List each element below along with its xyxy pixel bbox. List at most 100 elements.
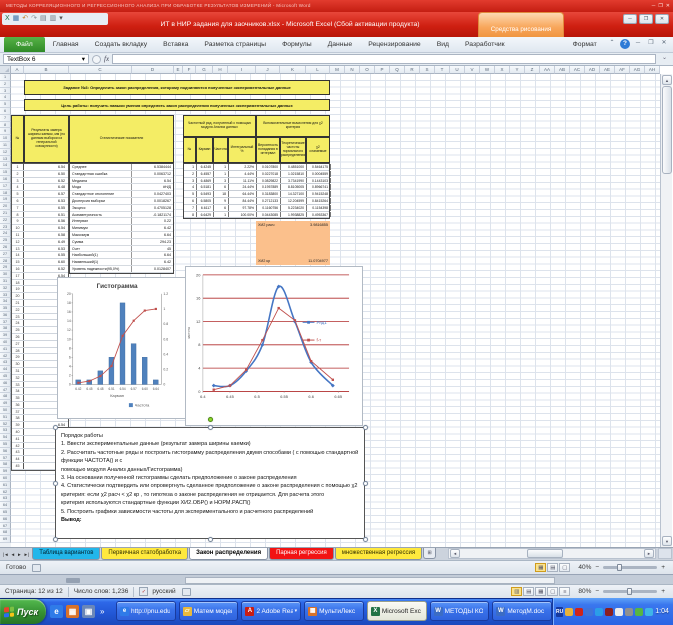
last-sheet-icon[interactable]: ►|	[24, 552, 30, 557]
vertical-scrollbar[interactable]: ▲ ▼	[660, 74, 672, 547]
row-header[interactable]: 22	[0, 217, 11, 224]
table-row[interactable]: 7 6.6117 6 97.78% 0.1160756 5.2234020 0.…	[184, 205, 329, 212]
word-titlebar[interactable]: МЕТОДЫ КОРРЕЛЯЦИОННОГО И РЕГРЕССИОННОГО …	[0, 0, 673, 12]
table-row[interactable]: Медиана6.54	[70, 178, 173, 185]
table-row[interactable]: Эксцесс0.4705128	[70, 205, 173, 212]
table-row[interactable]: Наименьший(1)6.42	[70, 259, 173, 266]
qat-icon[interactable]: ▥	[50, 14, 57, 24]
row-header[interactable]: 26	[0, 244, 11, 251]
frequency-table[interactable]: 1 6.4245 1 2.22% 0.0107800 0.4851000 0.5…	[183, 163, 330, 219]
histogram-chart[interactable]: Гистограмма0246810121416182000.20.40.60.…	[57, 277, 189, 419]
row-header[interactable]: 44	[0, 366, 11, 373]
row-header[interactable]: 58	[0, 461, 11, 468]
table-row[interactable]: 156.60	[12, 259, 68, 266]
row-header[interactable]: 64	[0, 502, 11, 509]
row-header[interactable]: 2	[0, 81, 11, 88]
minimize-icon[interactable]: ─	[623, 14, 637, 24]
table-row[interactable]: Стандартная ошибка0.0063712	[70, 171, 173, 178]
row-header[interactable]: 35	[0, 305, 11, 312]
row-header[interactable]: 68	[0, 529, 11, 536]
table-row[interactable]: Дисперсия выборки0.0018267	[70, 198, 173, 205]
row-header[interactable]: 10	[0, 135, 11, 142]
prev-sheet-icon[interactable]: ◄	[11, 552, 15, 557]
header-chi-chi[interactable]: χ2 слагаемые	[306, 137, 330, 163]
workbook-minimize-icon[interactable]: ─	[633, 39, 643, 49]
chi-result-cells[interactable]: ХИ2 расч3.9816855 ХИ2 кр11.0704977	[256, 221, 330, 265]
table-row[interactable]: 56.57	[12, 191, 68, 198]
tray-icon[interactable]	[565, 608, 573, 616]
zoom-in-icon[interactable]: +	[661, 564, 665, 571]
header-no[interactable]: №	[11, 115, 24, 163]
spellcheck-icon[interactable]: ✓	[139, 587, 148, 596]
column-header[interactable]: Y	[510, 66, 525, 74]
quick-launch-icon[interactable]: ▦	[66, 605, 79, 618]
row-header[interactable]: 54	[0, 434, 11, 441]
row-header[interactable]: 1	[0, 74, 11, 81]
column-header[interactable]: G	[196, 66, 213, 74]
row-header[interactable]: 45	[0, 373, 11, 380]
row-header[interactable]: 67	[0, 523, 11, 530]
outline-view-icon[interactable]: ▢	[547, 587, 558, 596]
taskbar-button[interactable]: W МЕТОДЫ КОРРЕ...	[430, 601, 490, 621]
table-row[interactable]: Уровень надежности(95,0%)0.0128407	[70, 266, 173, 273]
row-header[interactable]: 63	[0, 495, 11, 502]
table-row[interactable]: 106.54	[12, 225, 68, 232]
quick-launch-icon[interactable]: e	[50, 605, 63, 618]
ribbon-tab[interactable]: Данные	[320, 37, 361, 52]
column-header[interactable]: N	[345, 66, 360, 74]
header-freq-bin[interactable]: Карман	[196, 137, 213, 163]
header-data[interactable]: Результаты замера ширины каемок, мм (по …	[24, 115, 69, 163]
row-header[interactable]: 23	[0, 224, 11, 231]
zoom-level[interactable]: 40%	[578, 564, 591, 571]
ribbon-tab[interactable]: Файл	[4, 37, 45, 52]
tray-icon[interactable]	[615, 608, 623, 616]
table-row[interactable]: Минимум6.42	[70, 225, 173, 232]
table-row[interactable]: Мода#Н/Д	[70, 184, 173, 191]
table-row[interactable]: Среднее6.5384444	[70, 164, 173, 171]
table-row[interactable]: 166.52	[12, 266, 68, 273]
scroll-right-icon[interactable]: ►	[644, 549, 654, 558]
formula-input[interactable]	[112, 54, 656, 64]
table-row[interactable]: Сумма294.23	[70, 239, 173, 246]
scroll-left-icon[interactable]: ◄	[450, 549, 460, 558]
statistics-table[interactable]: Среднее6.5384444Стандартная ошибка0.0063…	[69, 163, 174, 274]
column-header[interactable]: Z	[525, 66, 540, 74]
table-row[interactable]: 66.53	[12, 198, 68, 205]
row-header[interactable]: 19	[0, 196, 11, 203]
word-language[interactable]: русский	[152, 588, 175, 595]
table-row[interactable]: 96.56	[12, 218, 68, 225]
workbook-restore-icon[interactable]: ❐	[646, 39, 656, 49]
restore-icon[interactable]: ❐	[658, 1, 662, 11]
scrollbar-thumb[interactable]	[527, 549, 563, 558]
selection-handle[interactable]	[208, 425, 213, 430]
web-layout-view-icon[interactable]: ▦	[535, 587, 546, 596]
column-header[interactable]: Q	[390, 66, 405, 74]
sheet-tab[interactable]: Первичная статобработка	[101, 548, 188, 560]
column-header[interactable]: F	[183, 66, 196, 74]
row-header[interactable]: 5	[0, 101, 11, 108]
column-header[interactable]: D	[132, 66, 174, 74]
select-all-corner[interactable]	[0, 66, 11, 74]
ribbon-tab[interactable]: Формулы	[274, 37, 320, 52]
zoom-slider-thumb[interactable]	[627, 588, 632, 595]
header-chi-group[interactable]: Вспомогательные вычисления для χ2 критер…	[256, 115, 330, 137]
row-header[interactable]: 38	[0, 325, 11, 332]
column-header[interactable]: T	[435, 66, 450, 74]
column-header[interactable]: AA	[540, 66, 555, 74]
line-chart[interactable]: 0481216206.46.456.56.556.66.65Ряд1f-тчас…	[185, 266, 363, 426]
ribbon-tab[interactable]: Вид	[429, 37, 457, 52]
table-row[interactable]: 36.52	[12, 178, 68, 185]
column-header[interactable]: I	[228, 66, 256, 74]
column-header[interactable]: S	[420, 66, 435, 74]
tray-icon[interactable]	[585, 608, 593, 616]
table-row[interactable]: 46.48	[12, 184, 68, 191]
ribbon-tab[interactable]: Формат	[565, 37, 605, 52]
row-header[interactable]: 20	[0, 203, 11, 210]
word-page-indicator[interactable]: Страница: 12 из 12	[5, 588, 63, 595]
row-header[interactable]: 41	[0, 346, 11, 353]
table-row[interactable]: 6 6.5805 9 84.44% 0.2712133 12.204599 0.…	[184, 198, 329, 205]
table-row[interactable]: 116.58	[12, 232, 68, 239]
drawing-tools-context-tab[interactable]: Средства рисования	[478, 12, 564, 37]
row-header[interactable]: 29	[0, 264, 11, 271]
taskbar-button[interactable]: ▦ МультиЛекс	[304, 601, 364, 621]
